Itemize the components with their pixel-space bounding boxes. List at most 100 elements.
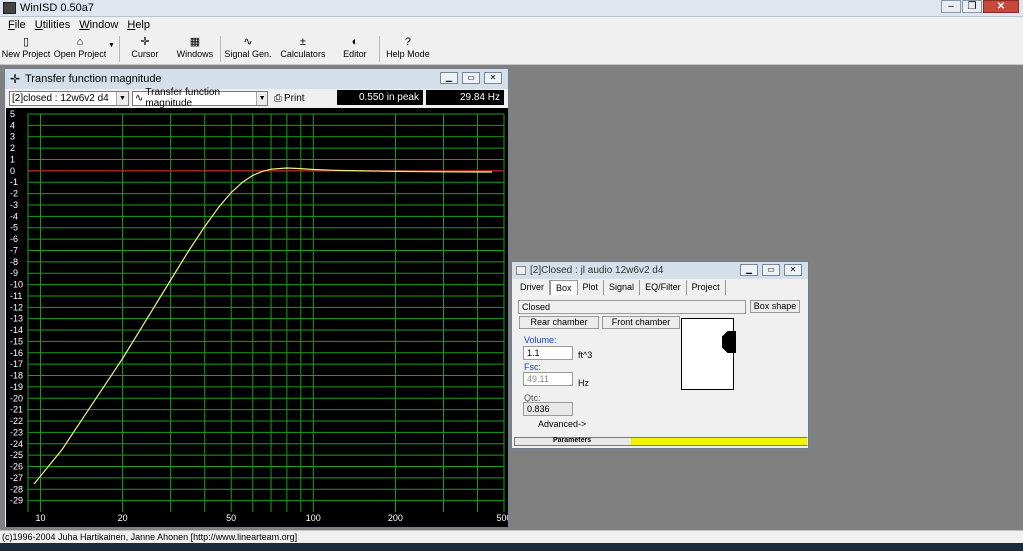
- new-project-button[interactable]: ▯ New Project: [0, 33, 52, 64]
- menu-utilities[interactable]: Utilities: [35, 19, 70, 31]
- project-combo-value: [2]closed : 12w6v2 d4: [12, 92, 109, 104]
- data-point: [270, 168, 272, 170]
- y-tick-label: -17: [10, 359, 23, 369]
- x-tick-label: 20: [118, 513, 128, 523]
- y-tick-label: -15: [10, 336, 23, 346]
- cursor-button[interactable]: ✛ Cursor: [120, 33, 170, 64]
- menu-bar: File Utilities Window Help: [0, 17, 1023, 33]
- y-tick-label: -8: [10, 257, 18, 267]
- project-combo[interactable]: [2]closed : 12w6v2 d4 ▼: [9, 90, 129, 106]
- help-mode-icon: ?: [404, 36, 411, 48]
- front-chamber-button[interactable]: Front chamber: [602, 316, 680, 329]
- tab-project[interactable]: Project: [687, 280, 726, 295]
- tf-minimize-button[interactable]: ▁: [440, 72, 458, 84]
- menu-help[interactable]: Help: [127, 19, 150, 31]
- x-tick-label: 200: [388, 513, 403, 523]
- box-diagram: [681, 318, 736, 390]
- graph-combo[interactable]: ∿ Transfer function magnitude ▼: [132, 87, 268, 109]
- parameters-indicator: [631, 438, 807, 445]
- graph-combo-value: Transfer function magnitude: [145, 87, 221, 109]
- editor-button[interactable]: ◐ Editor: [331, 33, 379, 64]
- print-button[interactable]: ⎙ Print: [274, 93, 305, 104]
- qtc-field: 0.836: [523, 402, 573, 416]
- y-tick-label: -18: [10, 371, 23, 381]
- windows-button[interactable]: ▦ Windows: [170, 33, 220, 64]
- tf-close-button[interactable]: ✕: [484, 72, 502, 84]
- toolbar-label: Windows: [176, 49, 214, 59]
- x-tick-label: 10: [35, 513, 45, 523]
- fsc-label: Fsc:: [524, 362, 541, 372]
- open-project-button[interactable]: ⌂ Open Project: [52, 33, 108, 64]
- data-point: [87, 409, 90, 411]
- tab-plot[interactable]: Plot: [578, 280, 605, 295]
- box-window-titlebar: [2]Closed : jl audio 12w6v2 d4 ▁ ▭ ✕: [512, 262, 808, 279]
- data-point: [300, 167, 302, 170]
- toolbar-label: Editor: [343, 49, 367, 59]
- tab-signal[interactable]: Signal: [604, 280, 641, 295]
- y-tick-label: -1: [10, 177, 18, 187]
- tab-driver[interactable]: Driver: [515, 280, 550, 295]
- data-point: [218, 206, 220, 208]
- toolbar-label: New Project: [1, 49, 51, 59]
- y-tick-label: -26: [10, 462, 23, 472]
- data-point: [286, 167, 288, 169]
- printer-icon: ⎙: [274, 92, 282, 104]
- y-tick-label: 1: [10, 154, 15, 164]
- transfer-window-title: Transfer function magnitude: [25, 73, 162, 85]
- y-tick-label: -7: [10, 245, 18, 255]
- help-mode-button[interactable]: ? Help Mode: [380, 33, 436, 64]
- close-button[interactable]: ✕: [983, 0, 1019, 13]
- chevron-down-icon: ▼: [256, 91, 267, 105]
- menu-file[interactable]: File: [8, 19, 26, 31]
- winisd-app: WinISD 0.50a7 – ❐ ✕ File Utilities Windo…: [0, 0, 1023, 551]
- tab-eq-filter[interactable]: EQ/Filter: [640, 280, 687, 295]
- box-shape-button[interactable]: Box shape: [750, 300, 800, 313]
- y-tick-label: 4: [10, 120, 15, 130]
- y-tick-label: 2: [10, 143, 15, 153]
- y-tick-label: -10: [10, 280, 23, 290]
- readout-frequency: 29.84 Hz: [426, 90, 504, 105]
- box-tabs: Driver Box Plot Signal EQ/Filter Project: [515, 280, 726, 295]
- wave-icon: ∿: [135, 92, 144, 104]
- print-label: Print: [284, 92, 305, 104]
- box-minimize-button[interactable]: ▁: [740, 264, 758, 276]
- x-tick-label: 100: [306, 513, 321, 523]
- box-close-button[interactable]: ✕: [784, 264, 802, 276]
- transfer-function-chart[interactable]: 543210-1-2-3-4-5-6-7-8-9-10-11-12-13-14-…: [6, 108, 508, 527]
- advanced-link[interactable]: Advanced->: [538, 419, 586, 429]
- menu-window[interactable]: Window: [79, 19, 118, 31]
- transfer-function-window: ✛ Transfer function magnitude ▁ ▭ ✕ [2]c…: [4, 68, 509, 528]
- toolbar-label: Open Project: [53, 49, 107, 59]
- rear-chamber-button[interactable]: Rear chamber: [519, 316, 599, 329]
- y-tick-label: -20: [10, 393, 23, 403]
- volume-input[interactable]: 1.1: [523, 346, 573, 360]
- chevron-down-icon[interactable]: ▼: [108, 42, 115, 49]
- y-tick-label: -6: [10, 234, 18, 244]
- toolbar-label: Signal Gen.: [224, 49, 272, 59]
- toolbar-label: Cursor: [131, 49, 159, 59]
- tab-box[interactable]: Box: [550, 280, 578, 295]
- minimize-button[interactable]: –: [941, 0, 961, 13]
- windows-icon: ▦: [189, 36, 201, 48]
- tf-restore-button[interactable]: ▭: [462, 72, 480, 84]
- y-tick-label: -4: [10, 211, 18, 221]
- data-point: [204, 225, 206, 228]
- y-tick-label: -23: [10, 427, 23, 437]
- data-point: [241, 181, 244, 183]
- data-point: [33, 482, 36, 485]
- status-bar: (c)1996-2004 Juha Hartikainen, Janne Aho…: [0, 530, 1023, 543]
- y-tick-label: -28: [10, 484, 23, 494]
- restore-button[interactable]: ❐: [962, 0, 982, 13]
- data-point: [230, 191, 232, 194]
- y-tick-label: -12: [10, 302, 23, 312]
- y-tick-label: 3: [10, 132, 15, 142]
- signal-gen-button[interactable]: ∿ Signal Gen.: [221, 33, 275, 64]
- y-tick-label: -13: [10, 314, 23, 324]
- box-restore-button[interactable]: ▭: [762, 264, 780, 276]
- data-point: [312, 168, 314, 171]
- calculators-button[interactable]: ± Calculators: [275, 33, 331, 64]
- y-tick-label: -2: [10, 189, 18, 199]
- data-point: [148, 314, 150, 316]
- data-point: [334, 169, 336, 171]
- toolbar-label: Calculators: [280, 49, 326, 59]
